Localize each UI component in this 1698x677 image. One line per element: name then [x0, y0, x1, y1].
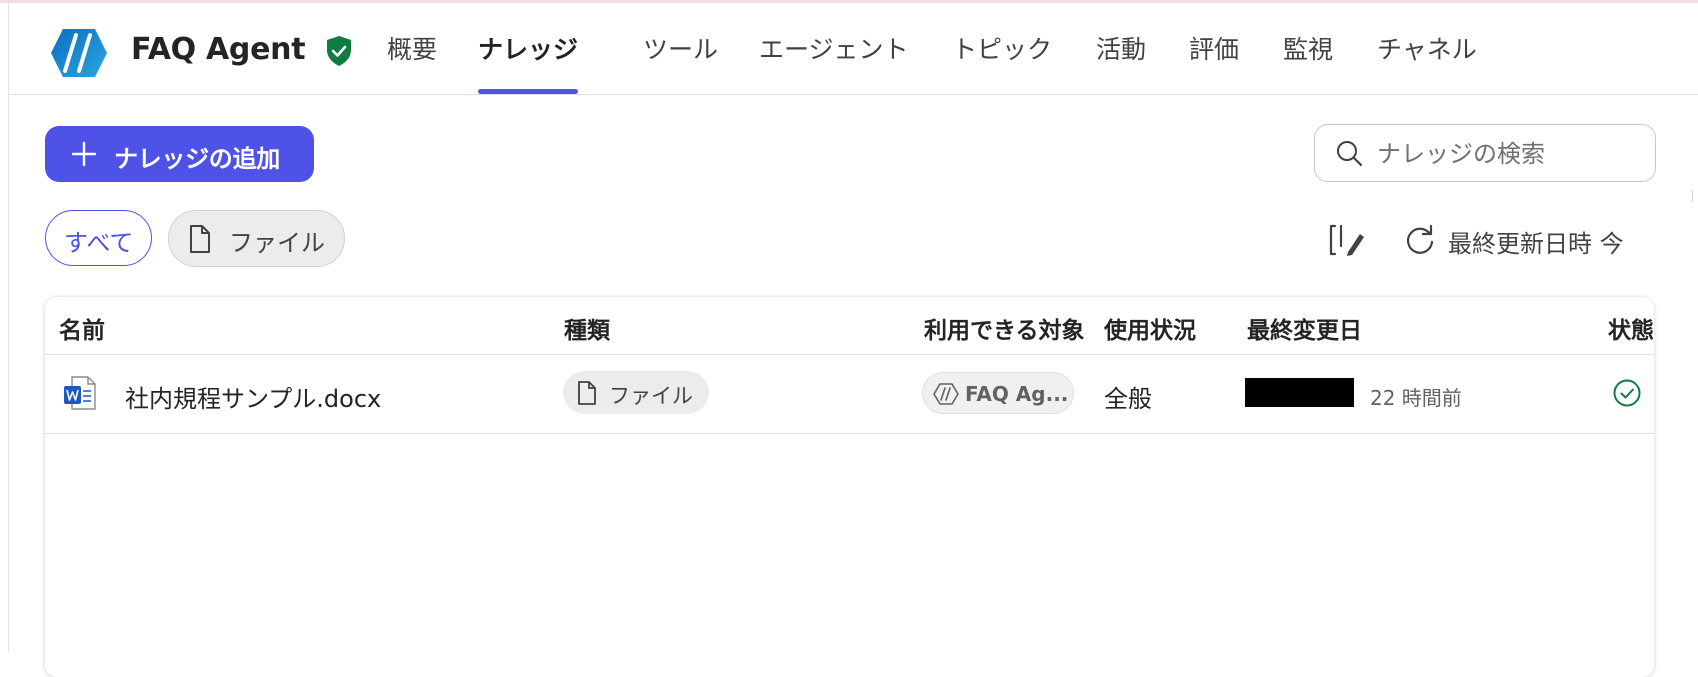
- column-header-modified[interactable]: 最終変更日: [1247, 311, 1362, 345]
- search-input[interactable]: [1375, 135, 1639, 173]
- shield-check-icon: [327, 36, 351, 66]
- tab-topics[interactable]: トピック: [952, 30, 1052, 94]
- word-doc-icon: [64, 376, 96, 410]
- document-icon: [578, 381, 596, 405]
- type-chip: ファイル: [563, 371, 709, 414]
- app-header: FAQ Agent 概要 ナレッジ ツール エージェント トピック 活動 評価 …: [9, 3, 1698, 95]
- search-box: [1314, 124, 1656, 182]
- add-knowledge-label: ナレッジの追加: [114, 145, 280, 173]
- filter-file-chip[interactable]: ファイル: [168, 210, 345, 267]
- left-divider: [8, 0, 9, 652]
- available-to-chip[interactable]: FAQ Ag...: [922, 372, 1074, 414]
- usage-value: 全般: [1104, 385, 1152, 413]
- edit-columns-icon[interactable]: [1326, 222, 1366, 258]
- tab-knowledge[interactable]: ナレッジ: [478, 30, 579, 94]
- tab-monitoring[interactable]: 監視: [1283, 30, 1333, 94]
- app-title: FAQ Agent: [131, 32, 306, 67]
- column-header-name[interactable]: 名前: [59, 311, 105, 345]
- file-name[interactable]: 社内規程サンプル.docx: [125, 379, 381, 414]
- search-icon: [1337, 141, 1363, 167]
- tab-overview[interactable]: 概要: [387, 30, 437, 94]
- redacted-date: [1245, 378, 1354, 407]
- check-circle-icon: [1613, 379, 1641, 407]
- tab-tools[interactable]: ツール: [643, 30, 718, 94]
- active-tab-indicator: [478, 89, 579, 94]
- plus-icon: [71, 141, 97, 167]
- last-updated-text: 最終更新日時 今: [1448, 230, 1624, 258]
- column-header-available-to[interactable]: 利用できる対象: [924, 311, 1085, 345]
- filter-all-chip[interactable]: すべて: [45, 210, 152, 266]
- tab-activity[interactable]: 活動: [1096, 30, 1146, 94]
- filter-file-label: ファイル: [229, 229, 325, 257]
- column-header-status[interactable]: 状態: [1608, 311, 1654, 345]
- refresh-icon[interactable]: [1402, 222, 1438, 258]
- filter-all-label: すべて: [64, 229, 134, 257]
- table-row[interactable]: 社内規程サンプル.docx ファイル FAQ Ag... 全般 22 時間前: [45, 355, 1654, 434]
- tab-agents[interactable]: エージェント: [759, 30, 909, 94]
- available-to-label: FAQ Ag...: [965, 382, 1069, 406]
- modified-relative-time: 22 時間前: [1370, 386, 1462, 410]
- column-header-type[interactable]: 種類: [564, 311, 610, 345]
- add-knowledge-button[interactable]: ナレッジの追加: [45, 126, 314, 182]
- type-label: ファイル: [609, 384, 693, 408]
- document-icon: [190, 225, 210, 253]
- right-divider: [1692, 190, 1693, 202]
- knowledge-table: 名前 種類 利用できる対象 使用状況 最終変更日 状態 社内規程サンプル.doc…: [45, 297, 1654, 677]
- tab-channels[interactable]: チャネル: [1377, 30, 1477, 94]
- tab-evaluation[interactable]: 評価: [1189, 30, 1239, 94]
- column-header-usage[interactable]: 使用状況: [1104, 311, 1196, 345]
- agent-outline-icon: [933, 383, 959, 405]
- agent-logo: [51, 29, 107, 77]
